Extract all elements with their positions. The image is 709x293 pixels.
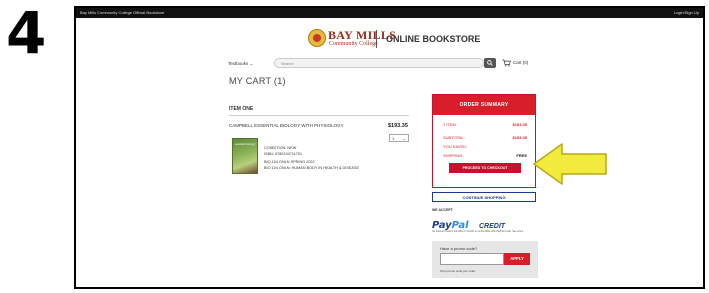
summary-row-shipping: SHIPPING: FREE xyxy=(443,153,527,158)
top-bar: Bay Mills Community College Official Boo… xyxy=(76,8,703,18)
order-summary-header: ORDER SUMMARY xyxy=(433,95,535,115)
logo-line2: Community College xyxy=(329,41,378,47)
product-title[interactable]: CAMPBELL ESSENTIAL BIOLOGY WITH PHYSIOLO… xyxy=(229,123,344,128)
product-price: $193.35 xyxy=(388,123,408,129)
promo-code-input[interactable] xyxy=(440,253,504,265)
item-section-label: ITEM ONE xyxy=(229,106,254,112)
course-description: BIO 104 ONLN: HUMAN BODY IN HEALTH & DIS… xyxy=(264,166,360,170)
search-input[interactable]: Search xyxy=(274,58,484,68)
store-title: ONLINE BOOKSTORE xyxy=(386,34,481,44)
paypal-fine-print: No Interest if paid in full within 6 mon… xyxy=(432,230,524,233)
promo-note: One promo code per order. xyxy=(440,269,477,273)
condition-text: CONDITION: NEW xyxy=(264,146,297,150)
summary-row-items: 1 ITEM $193.35 xyxy=(443,122,527,127)
summary-row-subtotal: SUBTOTAL: $193.35 xyxy=(443,135,527,140)
promo-code-box: Have a promo code? APPLY One promo code … xyxy=(432,241,538,278)
proceed-to-checkout-button[interactable]: PROCEED TO CHECKOUT xyxy=(449,163,521,173)
browser-screenshot: Bay Mills Community College Official Boo… xyxy=(74,6,705,289)
summary-label: YOU SAVED: xyxy=(443,144,468,149)
cart-icon xyxy=(502,59,511,67)
book-cover-text: essential biology xyxy=(235,142,256,146)
section-divider xyxy=(229,115,409,116)
summary-label: 1 ITEM xyxy=(443,122,456,127)
cart-label: Cart (0) xyxy=(513,60,529,66)
search-icon xyxy=(487,60,493,66)
cart-link[interactable]: Cart (0) xyxy=(502,59,528,67)
page-title: MY CART (1) xyxy=(229,76,286,86)
summary-label: SUBTOTAL: xyxy=(443,135,465,140)
quantity-value: 1 xyxy=(392,136,395,141)
paypal-logos: PayPal CREDIT xyxy=(432,215,506,231)
quantity-select[interactable]: 1 ⌄ xyxy=(389,134,409,142)
textbooks-menu[interactable]: Textbooks ⌄ xyxy=(228,61,253,67)
promo-label: Have a promo code? xyxy=(440,246,478,251)
summary-value: $193.35 xyxy=(512,135,527,140)
order-summary-panel: ORDER SUMMARY 1 ITEM $193.35 SUBTOTAL: $… xyxy=(432,94,536,188)
chevron-down-icon: ⌄ xyxy=(402,136,406,141)
college-seal-icon xyxy=(308,29,326,47)
site-header: BAY MILLS Community College ONLINE BOOKS… xyxy=(76,18,703,88)
we-accept-label: WE ACCEPT xyxy=(432,208,453,212)
summary-label: SHIPPING: xyxy=(443,153,464,158)
summary-value: FREE xyxy=(516,153,527,158)
isbn-text: ISBN: 9780134711751 xyxy=(264,152,303,156)
header-divider xyxy=(376,30,377,48)
login-signup-link[interactable]: Login/Sign Up xyxy=(674,8,699,18)
continue-shopping-button[interactable]: CONTINUE SHOPPING xyxy=(432,192,536,202)
store-official-title: Bay Mills Community College Official Boo… xyxy=(80,10,165,15)
college-logo[interactable]: BAY MILLS Community College xyxy=(308,28,396,50)
book-cover-image[interactable]: essential biology xyxy=(232,138,258,174)
search-button[interactable] xyxy=(484,58,496,68)
pointer-arrow-icon xyxy=(533,143,607,185)
course-text: BIO 104 ONLN SPRING 2022 xyxy=(264,160,315,164)
apply-button[interactable]: APPLY xyxy=(504,253,530,265)
step-number: 4 xyxy=(6,0,47,67)
summary-row-saved: YOU SAVED: xyxy=(443,144,527,149)
paypal-credit-logo-icon: CREDIT xyxy=(478,223,506,230)
summary-value: $193.35 xyxy=(512,122,527,127)
